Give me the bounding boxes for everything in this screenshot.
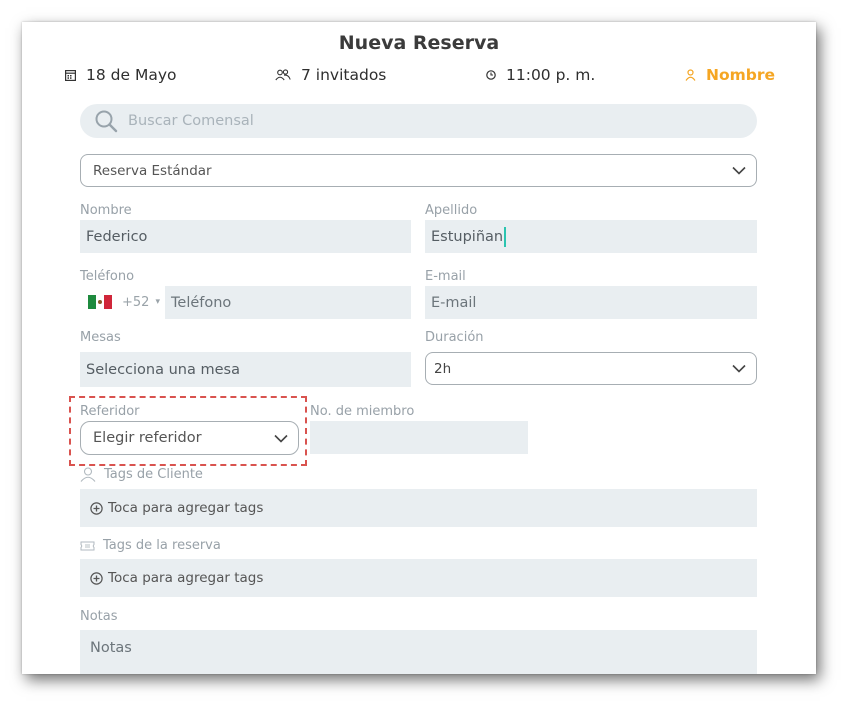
client-tags-add-text: Toca para agregar tags: [108, 500, 264, 516]
last-name-label: Apellido: [425, 203, 478, 218]
ticket-icon: [80, 541, 95, 550]
mexico-flag-icon: [88, 295, 112, 309]
tables-label: Mesas: [80, 330, 121, 345]
email-field[interactable]: E-mail: [425, 286, 757, 319]
reservation-type-value: Reserva Estándar: [93, 162, 212, 179]
client-tags-add[interactable]: Toca para agregar tags: [80, 489, 757, 527]
last-name-field[interactable]: Estupiñan: [425, 220, 757, 253]
notes-label: Notas: [80, 609, 118, 624]
time-label: 11:00 p. m.: [506, 66, 596, 84]
first-name-field[interactable]: Federico: [80, 220, 411, 253]
time-selector[interactable]: 11:00 p. m.: [486, 66, 595, 84]
guests-label: 7 invitados: [301, 66, 387, 84]
text-cursor: [504, 226, 507, 247]
referrer-label: Referidor: [80, 404, 140, 419]
chevron-down-icon: [732, 364, 746, 373]
date-label: 18 de Mayo: [86, 66, 177, 84]
referrer-select[interactable]: Elegir referidor: [80, 421, 299, 455]
member-number-label: No. de miembro: [310, 404, 415, 419]
people-icon: [275, 69, 291, 81]
phone-label: Teléfono: [80, 269, 135, 284]
tables-field[interactable]: Selecciona una mesa: [80, 352, 411, 387]
search-bar: [80, 104, 757, 138]
user-icon: [685, 69, 696, 81]
phone-placeholder: Teléfono: [171, 294, 232, 311]
date-selector[interactable]: 18 de Mayo: [65, 66, 176, 84]
tables-placeholder: Selecciona una mesa: [86, 361, 240, 378]
client-tags-label: Tags de Cliente: [104, 467, 203, 482]
clock-icon: [486, 70, 496, 80]
country-code-selector[interactable]: +52 ▾: [80, 286, 160, 318]
page-title: Nueva Reserva: [338, 32, 500, 54]
email-placeholder: E-mail: [431, 294, 477, 311]
chevron-down-icon: [274, 434, 288, 443]
client-tags-heading: Tags de Cliente: [80, 467, 203, 482]
country-code: +52: [122, 294, 150, 310]
referrer-value: Elegir referidor: [93, 430, 202, 446]
tab-name-label: Nombre: [706, 66, 776, 84]
user-icon: [80, 467, 96, 482]
search-icon: [95, 110, 118, 133]
reservation-tags-heading: Tags de la reserva: [80, 538, 221, 553]
calendar-icon: [65, 70, 76, 81]
member-number-field[interactable]: [310, 421, 528, 454]
duration-value: 2h: [434, 360, 452, 377]
reservation-tags-add-text: Toca para agregar tags: [108, 570, 264, 586]
duration-select[interactable]: 2h: [425, 352, 757, 385]
duration-label: Duración: [425, 330, 484, 345]
notes-placeholder: Notas: [90, 640, 132, 656]
guests-selector[interactable]: 7 invitados: [275, 66, 386, 84]
email-label: E-mail: [425, 269, 466, 284]
country-code-caret: ▾: [155, 297, 160, 307]
reservation-tags-label: Tags de la reserva: [103, 538, 221, 553]
reservation-type-select[interactable]: Reserva Estándar: [80, 154, 757, 187]
plus-circle-icon: [90, 571, 103, 585]
notes-field[interactable]: Notas: [80, 630, 757, 674]
first-name-label: Nombre: [80, 203, 132, 218]
new-reservation-panel: Nueva Reserva 18 de Mayo 7 invitados 11:…: [22, 22, 816, 674]
phone-field[interactable]: Teléfono: [165, 286, 411, 319]
tab-name[interactable]: Nombre: [685, 66, 775, 84]
chevron-down-icon: [732, 166, 746, 175]
search-input[interactable]: [126, 112, 690, 130]
plus-circle-icon: [90, 501, 103, 515]
first-name-value: Federico: [86, 228, 148, 245]
reservation-tags-add[interactable]: Toca para agregar tags: [80, 559, 757, 597]
last-name-value: Estupiñan: [431, 228, 504, 245]
